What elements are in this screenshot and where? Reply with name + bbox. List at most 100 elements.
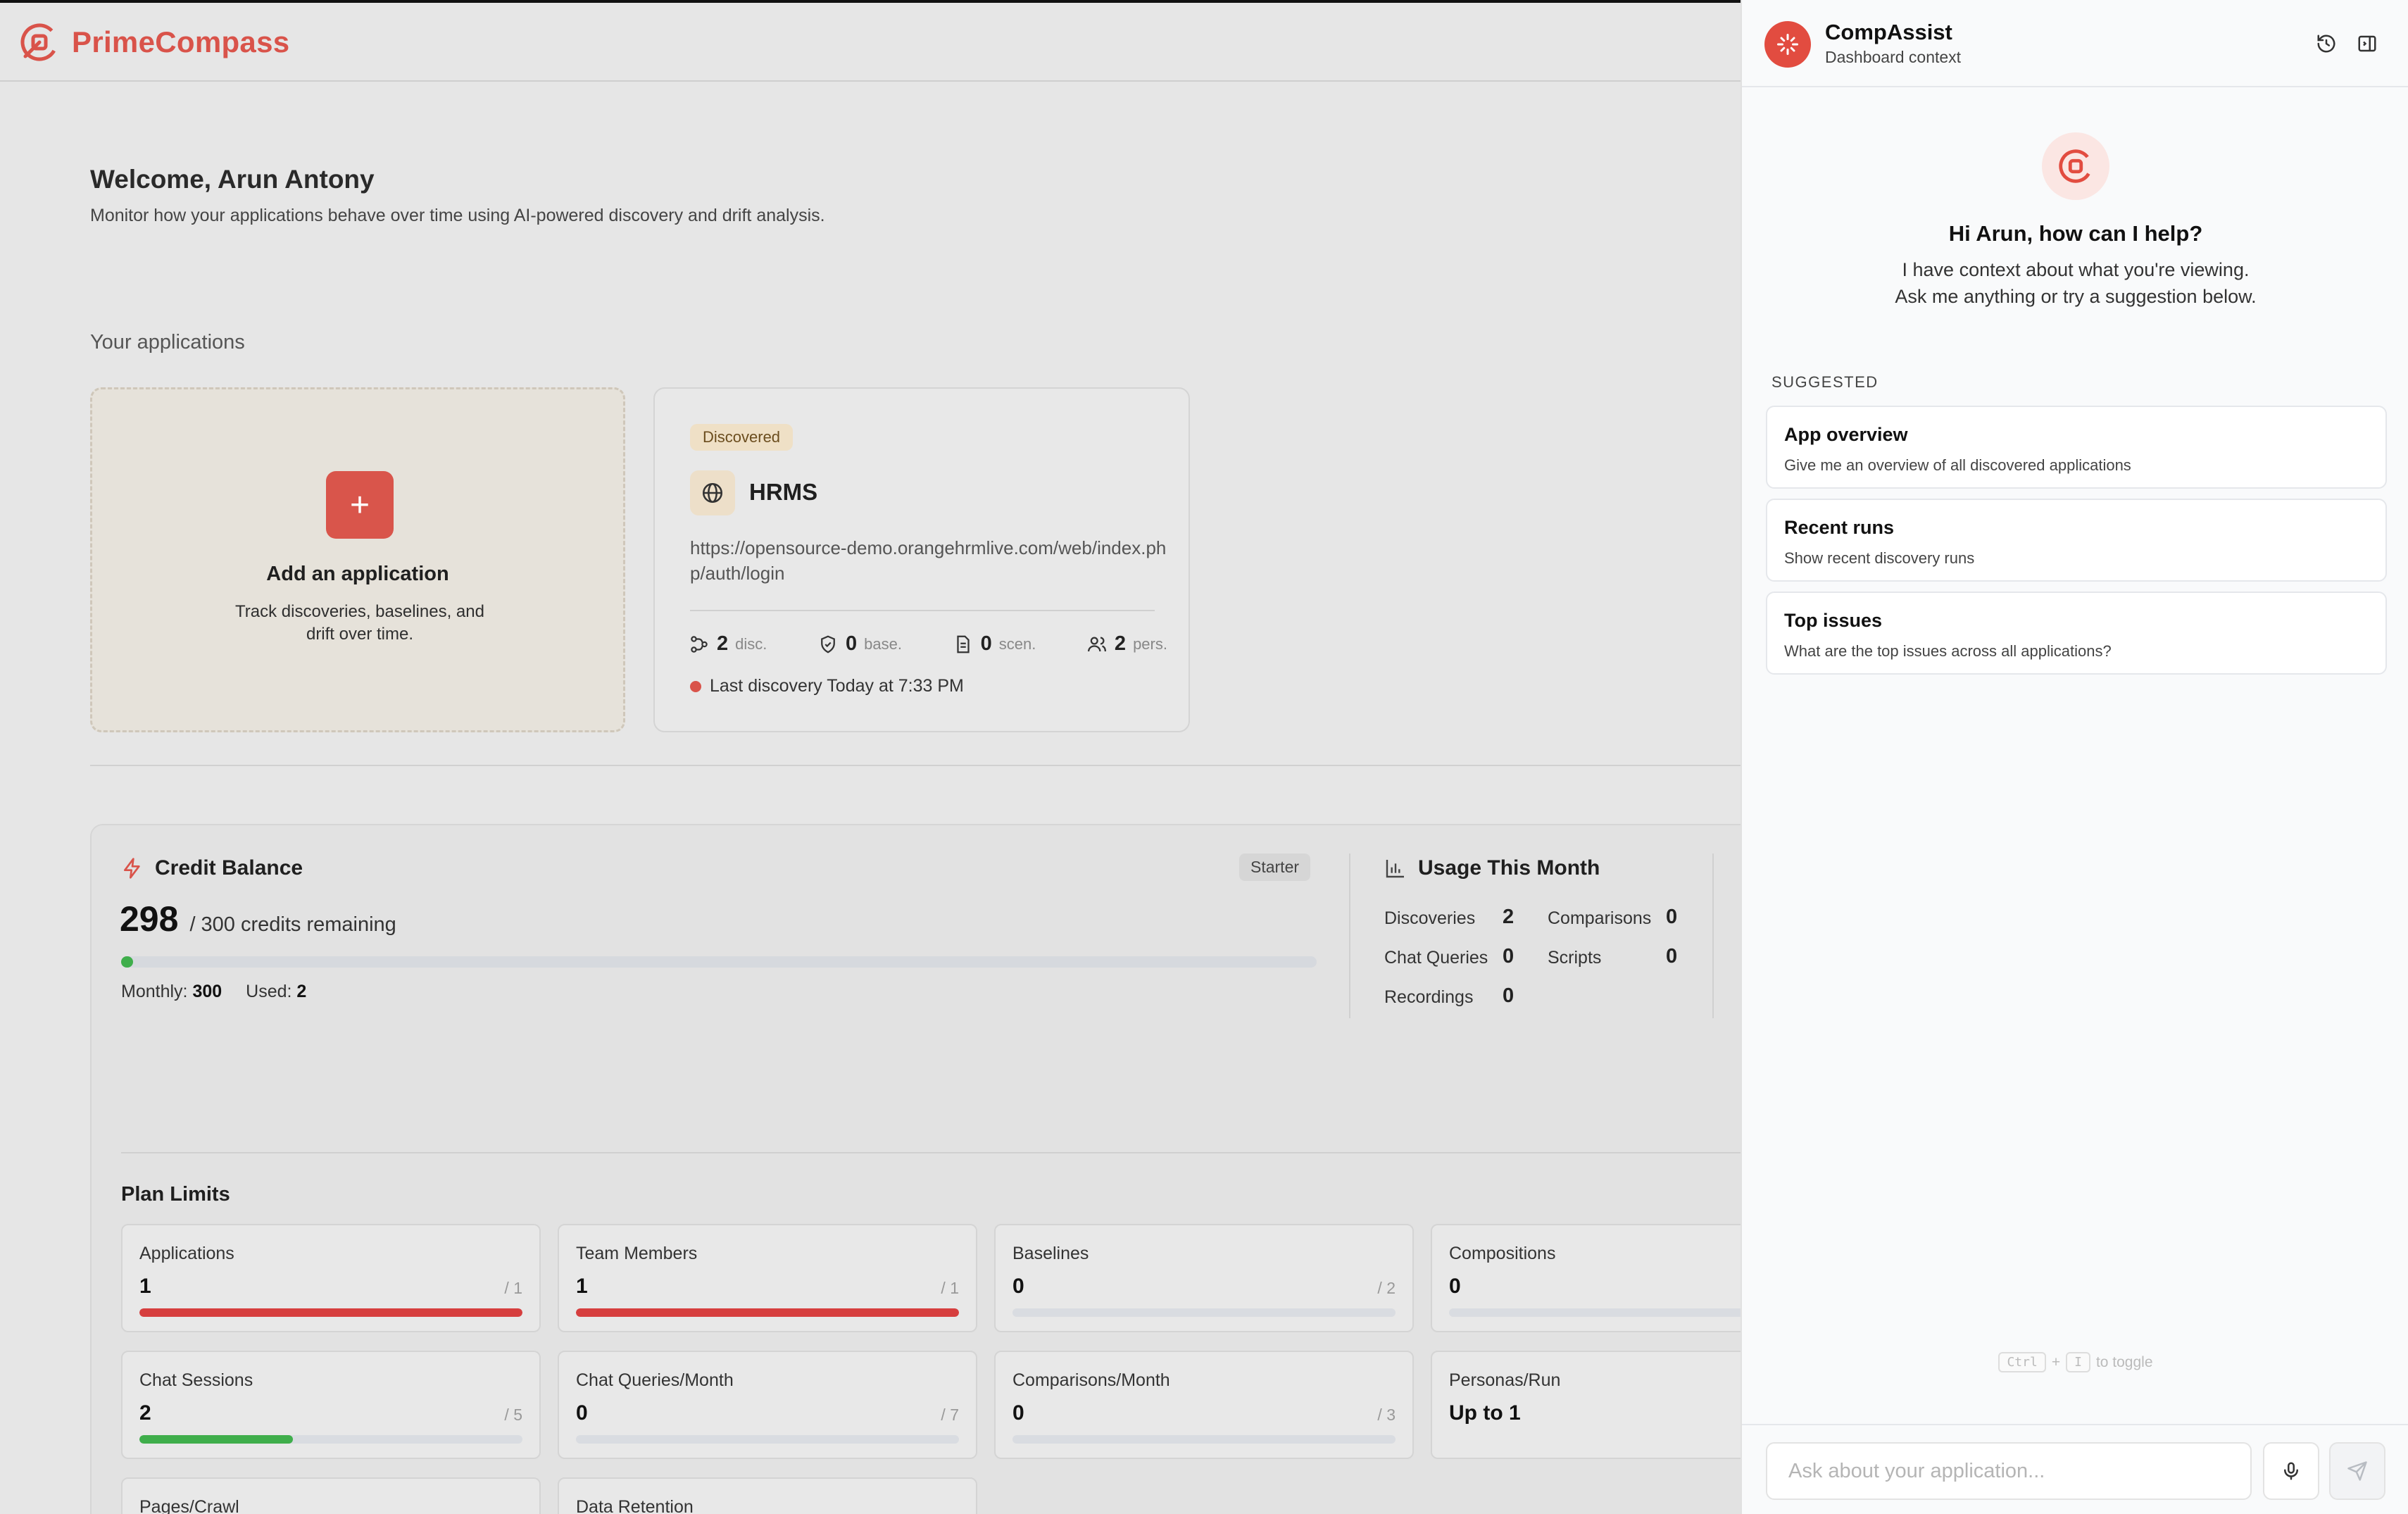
last-discovery-text: Last discovery Today at 7:33 PM <box>710 676 964 696</box>
plan-limit-card: Team Members 1 / 1 <box>558 1224 977 1332</box>
history-button[interactable] <box>2314 31 2339 56</box>
suggestion-recent-runs[interactable]: Recent runs Show recent discovery runs <box>1766 499 2387 582</box>
monthly-label: Monthly: <box>121 982 188 1001</box>
compass-logo-icon <box>2059 149 2093 183</box>
keyboard-shortcut-hint: Ctrl + I to toggle <box>1742 1352 2408 1372</box>
stat-baselines: 0 base. <box>817 632 902 656</box>
plan-limit-label: Chat Queries/Month <box>576 1370 734 1390</box>
panel-separator <box>1712 853 1714 1018</box>
plan-limit-bar-fill <box>139 1308 522 1317</box>
add-application-button[interactable]: + <box>326 471 394 539</box>
usage-label-discoveries: Discoveries <box>1384 908 1476 928</box>
send-button[interactable] <box>2329 1442 2385 1500</box>
usage-label-scripts: Scripts <box>1548 948 1602 968</box>
plan-limit-value: 0 <box>1012 1275 1024 1298</box>
plan-limit-bar-fill <box>139 1435 293 1444</box>
page-title: Welcome, Arun Antony <box>90 165 375 194</box>
panel-separator <box>1349 853 1350 1018</box>
used-value: 2 <box>296 982 307 1001</box>
credit-monthly: Monthly: 300 <box>121 982 222 1002</box>
suggestion-description: Show recent discovery runs <box>1784 549 1975 567</box>
plan-limit-bar <box>576 1308 959 1317</box>
shortcut-text: to toggle <box>2095 1353 2153 1370</box>
plan-limit-max: / 7 <box>941 1406 959 1424</box>
usage-value-discoveries: 2 <box>1503 906 1515 928</box>
credit-meta: Monthly: 300 Used: 2 <box>121 982 306 1002</box>
suggestion-app-overview[interactable]: App overview Give me an overview of all … <box>1766 406 2387 489</box>
plan-limit-max: / 2 <box>1377 1279 1396 1297</box>
plan-limit-value: 0 <box>1449 1275 1461 1298</box>
plan-limit-value: 1 <box>576 1275 588 1298</box>
app-name: HRMS <box>749 479 818 505</box>
application-card-hrms[interactable]: Discovered HRMS https://opensource-demo.… <box>653 387 1190 732</box>
close-panel-button[interactable] <box>2354 31 2380 56</box>
usage-value-chat-queries: 0 <box>1503 945 1515 968</box>
plan-limit-label: Data Retention <box>576 1497 694 1514</box>
assistant-panel: CompAssist Dashboard context Hi Arun, ho… <box>1741 0 2408 1514</box>
plan-limit-value: Up to 1 <box>1449 1401 1521 1425</box>
usage-label-comparisons: Comparisons <box>1548 908 1652 928</box>
stat-scenarios: 0 scen. <box>953 632 1036 656</box>
panel-collapse-icon <box>2358 35 2376 52</box>
assistant-hero-icon <box>2042 132 2109 200</box>
plan-limit-value: 0 <box>1012 1401 1024 1425</box>
plan-limit-bar <box>1449 1308 1741 1317</box>
plan-limit-bar <box>576 1435 959 1444</box>
usage-value-comparisons: 0 <box>1666 906 1678 928</box>
plan-limit-label: Team Members <box>576 1244 698 1263</box>
credit-balance-heading: Credit Balance <box>121 856 303 880</box>
assistant-footer <box>1742 1424 2408 1514</box>
send-icon <box>2347 1461 2367 1481</box>
plan-limit-label: Comparisons/Month <box>1012 1370 1170 1390</box>
suggestion-description: Give me an overview of all discovered ap… <box>1784 456 2131 474</box>
shortcut-key-i: I <box>2066 1352 2090 1372</box>
assistant-title: CompAssist <box>1825 20 1952 44</box>
shortcut-plus: + <box>2051 1353 2061 1370</box>
stat-discoveries: 2 disc. <box>689 632 767 656</box>
credit-balance-title: Credit Balance <box>155 856 303 880</box>
app-header: PrimeCompass <box>0 3 1741 82</box>
brand-logo[interactable]: PrimeCompass <box>18 21 289 63</box>
app-stats: 2 disc. 0 base. 0 scen. 2 pers. <box>689 632 1167 656</box>
plan-limit-max: / 3 <box>1377 1406 1396 1424</box>
suggestion-title: Top issues <box>1784 610 1883 631</box>
credit-used: Used: 2 <box>246 982 306 1002</box>
credits-remaining-value: 298 <box>120 899 179 939</box>
microphone-button[interactable] <box>2263 1442 2319 1500</box>
plan-limit-card: Personas/Run Up to 1 <box>1431 1351 1741 1459</box>
plan-limit-label: Baselines <box>1012 1244 1089 1263</box>
shield-icon <box>821 635 835 653</box>
assistant-intro: I have context about what you're viewing… <box>1895 259 2257 307</box>
assistant-avatar <box>1764 21 1811 68</box>
section-divider <box>90 765 1741 766</box>
plan-limit-card: Pages/CrawlUp to 75 <box>121 1477 541 1514</box>
add-application-description: Track discoveries, baselines, and drift … <box>235 602 484 644</box>
card-divider <box>690 610 1155 611</box>
stat-personas: 2 pers. <box>1086 632 1167 656</box>
history-icon <box>2317 35 2335 53</box>
plan-limit-card: Data Retention14 days <box>558 1477 977 1514</box>
shortcut-key-ctrl: Ctrl <box>1998 1352 2046 1372</box>
add-application-card[interactable]: + Add an application Track discoveries, … <box>90 387 625 732</box>
plan-limit-label: Compositions <box>1449 1244 1556 1263</box>
brand-name: PrimeCompass <box>72 25 290 58</box>
sparkle-icon <box>1777 34 1798 55</box>
stat-value: 0 <box>980 632 992 655</box>
credit-progress-bar <box>121 956 1317 968</box>
plan-limit-label: Pages/Crawl <box>139 1497 239 1514</box>
stat-label: pers. <box>1133 634 1167 653</box>
suggestion-title: App overview <box>1784 424 1908 445</box>
document-icon <box>956 635 970 653</box>
credit-progress-fill <box>121 956 133 968</box>
applications-heading: Your applications <box>90 331 245 354</box>
chat-input[interactable] <box>1766 1442 2252 1500</box>
plan-limit-max: / 1 <box>941 1279 959 1297</box>
stat-value: 2 <box>1114 632 1127 655</box>
plan-limit-value: 1 <box>139 1275 151 1298</box>
plan-limit-card: Chat Queries/Month 0 / 7 <box>558 1351 977 1459</box>
suggested-heading: SUGGESTED <box>1771 373 1879 391</box>
plan-limit-max: / 1 <box>504 1279 522 1297</box>
stat-label: scen. <box>998 634 1036 653</box>
suggestion-top-issues[interactable]: Top issues What are the top issues acros… <box>1766 592 2387 675</box>
usage-title: Usage This Month <box>1418 856 1600 880</box>
